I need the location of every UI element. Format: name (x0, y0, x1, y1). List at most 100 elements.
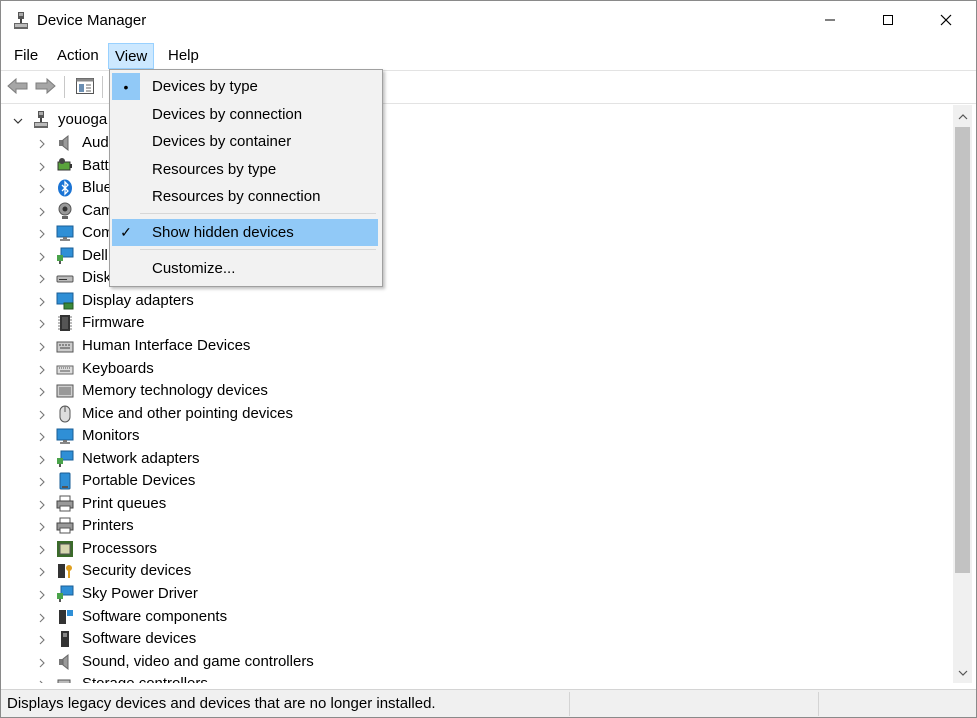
forward-button[interactable] (33, 75, 57, 99)
speaker-icon (56, 653, 76, 671)
minimize-button[interactable] (801, 1, 859, 41)
menu-item-resources-by-connection[interactable]: Resources by connection (112, 183, 378, 210)
menu-item-devices-by-container[interactable]: Devices by container (112, 128, 378, 155)
chevron-right-icon[interactable] (36, 385, 48, 397)
chevron-right-icon[interactable] (36, 543, 48, 555)
tree-category-row[interactable]: Printers (4, 515, 944, 537)
chevron-right-icon[interactable] (36, 475, 48, 487)
speaker-icon (56, 134, 76, 152)
scroll-down-icon (958, 664, 968, 680)
menu-item-resources-by-type[interactable]: Resources by type (112, 156, 378, 183)
tree-category-row[interactable]: Print queues (4, 493, 944, 515)
chevron-right-icon[interactable] (36, 430, 48, 442)
chevron-right-icon[interactable] (36, 656, 48, 668)
menu-action[interactable]: Action (51, 43, 105, 69)
vertical-scrollbar[interactable] (953, 105, 972, 683)
tree-category-row[interactable]: Sky Power Driver (4, 583, 944, 605)
scroll-thumb[interactable] (955, 127, 970, 573)
tree-category-row[interactable]: Keyboards (4, 358, 944, 380)
menu-separator (140, 213, 376, 214)
chevron-right-icon[interactable] (36, 295, 48, 307)
chevron-right-icon[interactable] (36, 408, 48, 420)
tree-category-label: Blue (82, 179, 113, 197)
tree-category-row[interactable]: Network adapters (4, 448, 944, 470)
menu-item-devices-by-type[interactable]: • Devices by type (112, 73, 378, 100)
scroll-up-button[interactable] (953, 107, 972, 125)
tree-category-label: Disk (82, 269, 112, 287)
tree-category-row[interactable]: Monitors (4, 425, 944, 447)
chevron-right-icon[interactable] (36, 250, 48, 262)
network-icon (56, 585, 76, 603)
tree-category-row[interactable]: Firmware (4, 312, 944, 334)
chevron-right-icon[interactable] (36, 565, 48, 577)
chevron-right-icon[interactable] (36, 633, 48, 645)
tree-category-row[interactable]: Portable Devices (4, 470, 944, 492)
hid-icon (56, 337, 76, 355)
tree-category-row[interactable]: Storage controllers (4, 673, 944, 683)
scroll-down-button[interactable] (953, 663, 972, 681)
radio-bullet-icon: • (112, 73, 140, 100)
tree-category-row[interactable]: Mice and other pointing devices (4, 403, 944, 425)
tree-category-label: Print queues (82, 494, 167, 512)
menu-bar: File Action View Help (1, 43, 976, 69)
tree-category-row[interactable]: Sound, video and game controllers (4, 651, 944, 673)
status-text: Displays legacy devices and devices that… (7, 695, 436, 712)
menu-help[interactable]: Help (162, 43, 205, 69)
chevron-right-icon[interactable] (36, 137, 48, 149)
storage-controller-icon (56, 675, 76, 683)
tree-category-label: Security devices (82, 562, 192, 580)
chevron-right-icon[interactable] (36, 160, 48, 172)
menu-item-label: Devices by connection (152, 106, 303, 123)
chevron-right-icon[interactable] (36, 678, 48, 683)
tree-category-row[interactable]: Memory technology devices (4, 380, 944, 402)
tree-root-label: youoga (58, 111, 108, 128)
chevron-right-icon[interactable] (36, 205, 48, 217)
chevron-right-icon[interactable] (36, 227, 48, 239)
chevron-right-icon[interactable] (36, 340, 48, 352)
tree-category-row[interactable]: Display adapters (4, 290, 944, 312)
maximize-button[interactable] (859, 1, 917, 41)
chevron-right-icon[interactable] (36, 588, 48, 600)
chevron-right-icon[interactable] (36, 498, 48, 510)
tree-category-row[interactable]: Human Interface Devices (4, 335, 944, 357)
properties-button[interactable] (73, 75, 97, 99)
memory-card-icon (56, 382, 76, 400)
chevron-right-icon[interactable] (36, 520, 48, 532)
title-bar[interactable]: Device Manager (1, 1, 976, 41)
tree-category-row[interactable]: Software components (4, 606, 944, 628)
tree-category-label: Dell (82, 246, 108, 264)
menu-item-label: Resources by connection (152, 188, 321, 205)
menu-view[interactable]: View (108, 43, 155, 69)
menu-item-label: Customize... (152, 260, 236, 277)
tree-category-label: Mice and other pointing devices (82, 404, 293, 422)
menu-item-show-hidden-devices[interactable]: ✓ Show hidden devices (112, 219, 378, 246)
chevron-down-icon[interactable] (12, 114, 24, 126)
chevron-right-icon[interactable] (36, 453, 48, 465)
chevron-right-icon[interactable] (36, 272, 48, 284)
chevron-right-icon[interactable] (36, 363, 48, 375)
menu-item-customize[interactable]: Customize... (112, 255, 378, 282)
tree-category-label: Firmware (82, 314, 145, 332)
computer-icon (32, 111, 52, 129)
tree-category-row[interactable]: Processors (4, 538, 944, 560)
tree-category-row[interactable]: Software devices (4, 628, 944, 650)
menu-file[interactable]: File (8, 43, 44, 69)
device-manager-app-icon (13, 12, 29, 29)
processor-icon (56, 540, 76, 558)
toolbar-separator (64, 76, 65, 98)
checkmark-icon: ✓ (120, 224, 132, 240)
menu-item-devices-by-connection[interactable]: Devices by connection (112, 101, 378, 128)
tree-category-row[interactable]: Security devices (4, 560, 944, 582)
chevron-right-icon[interactable] (36, 317, 48, 329)
chevron-right-icon[interactable] (36, 611, 48, 623)
back-button[interactable] (6, 75, 30, 99)
chevron-right-icon[interactable] (36, 182, 48, 194)
keyboard-icon (56, 360, 76, 378)
menu-item-label: Resources by type (152, 161, 277, 178)
scroll-up-icon (958, 108, 968, 124)
menu-item-label: Show hidden devices (152, 224, 294, 241)
close-button[interactable] (917, 1, 975, 41)
tree-category-label: Sound, video and game controllers (82, 652, 314, 670)
tree-category-label: Portable Devices (82, 472, 196, 490)
network-icon (56, 247, 76, 265)
